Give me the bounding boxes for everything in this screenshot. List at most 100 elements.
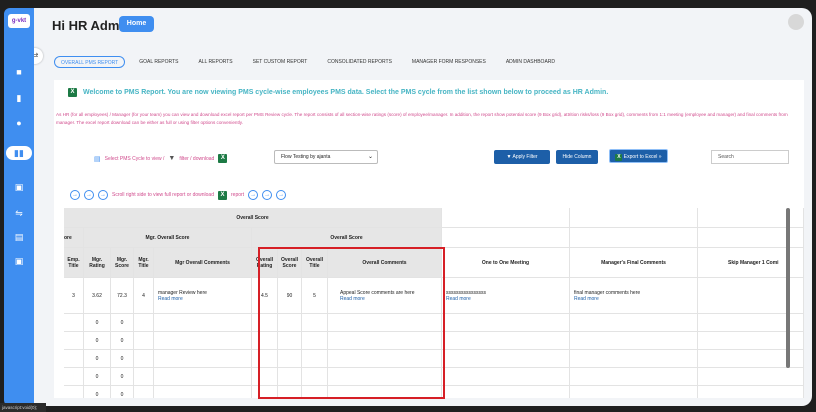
- read-more-link[interactable]: Read more: [574, 296, 599, 302]
- header-spacer: [570, 208, 698, 228]
- cell-mgr-score: 0: [111, 386, 134, 398]
- table-cell: [252, 332, 278, 350]
- arrow-right-icon[interactable]: →: [262, 190, 273, 200]
- table-cell: [134, 314, 154, 332]
- read-more-link[interactable]: Read more: [340, 296, 365, 302]
- arrow-right-icon[interactable]: →: [70, 190, 80, 200]
- overall-score-sub-header: Overall Score: [252, 228, 442, 248]
- calendar-icon: ▤: [94, 155, 101, 163]
- col-overall-rating[interactable]: Overall Rating: [252, 248, 278, 278]
- tab-admin-dashboard[interactable]: ADMIN DASHBOARD: [500, 56, 561, 68]
- vertical-scrollbar[interactable]: [786, 208, 790, 368]
- col-overall-comments[interactable]: Overall Comments: [328, 248, 442, 278]
- table-cell: [154, 332, 252, 350]
- team-icon[interactable]: ●: [12, 116, 26, 130]
- select-cycle-text: Select PMS Cycle to view /: [104, 155, 165, 162]
- reports-icon[interactable]: ▮: [12, 91, 26, 105]
- report-panel: X Welcome to PMS Report. You are now vie…: [54, 80, 804, 398]
- read-more-link[interactable]: Read more: [446, 296, 471, 302]
- apply-filter-button[interactable]: ▼ Apply Filter: [494, 150, 550, 164]
- sidebar: g-vkt ■ ▮ ● ▮▮ ▣ ⇋ ▤ ▣: [4, 8, 34, 406]
- settings-icon[interactable]: ▣: [12, 254, 26, 268]
- avatar[interactable]: [788, 14, 804, 30]
- table-cell: [570, 386, 698, 398]
- tab-overall-pms-report[interactable]: OVERALL PMS REPORT: [54, 56, 126, 68]
- cell-mgr-score: 0: [111, 368, 134, 386]
- forms-icon[interactable]: ▤: [12, 230, 26, 244]
- col-emp-title[interactable]: Emp. Title: [64, 248, 84, 278]
- table-cell: [328, 368, 442, 386]
- table-cell: [64, 368, 84, 386]
- header-spacer: [570, 228, 698, 248]
- cell-mgr-rating: 0: [84, 386, 111, 398]
- scroll-hint: → → → Scroll right side to view full rep…: [70, 190, 287, 200]
- home-button[interactable]: Home: [119, 16, 154, 32]
- cell-mgr-comments: manager Review here Read more: [154, 278, 252, 314]
- table-cell: [442, 332, 570, 350]
- arrow-right-icon[interactable]: →: [84, 190, 94, 200]
- search-input[interactable]: Search: [711, 150, 789, 164]
- tab-goal-reports[interactable]: GOAL REPORTS: [133, 56, 184, 68]
- toggle-icon[interactable]: ⇄: [34, 48, 43, 64]
- header-spacer: [442, 208, 570, 228]
- table-cell: [154, 386, 252, 398]
- scroll-hint-text: Scroll right side to view full report or…: [112, 192, 214, 198]
- excel-icon: X: [615, 154, 623, 161]
- table-cell: [442, 314, 570, 332]
- col-mgr-comments[interactable]: Mgr Overall Comments: [154, 248, 252, 278]
- table-cell: [154, 314, 252, 332]
- filter-icon: ▼: [168, 155, 176, 162]
- table-cell: [134, 386, 154, 398]
- col-manager-final[interactable]: Manager's Final Comments: [570, 248, 698, 278]
- dashboard-icon[interactable]: ■: [12, 65, 26, 79]
- col-overall-title[interactable]: Overall Title: [302, 248, 328, 278]
- apply-filter-label: Apply Filter: [512, 154, 538, 160]
- table-cell: [252, 350, 278, 368]
- pms-cycle-value: Flow Testing by ajanta: [281, 154, 331, 160]
- arrow-right-icon[interactable]: →: [98, 190, 108, 200]
- read-more-link[interactable]: Read more: [158, 296, 183, 302]
- pms-icon[interactable]: ▮▮: [6, 146, 32, 160]
- arrow-right-icon[interactable]: →: [276, 190, 287, 200]
- export-excel-button[interactable]: X Export to Excel »: [609, 149, 668, 163]
- table-cell: [698, 386, 804, 398]
- tab-set-custom-report[interactable]: SET CUSTOM REPORT: [247, 56, 314, 68]
- cell-mgr-rating: 3.62: [84, 278, 111, 314]
- tab-manager-form-responses[interactable]: MANAGER FORM RESPONSES: [406, 56, 492, 68]
- table-cell: [64, 350, 84, 368]
- table-cell: [302, 368, 328, 386]
- cell-mgr-score: 0: [111, 350, 134, 368]
- table-cell: [278, 314, 302, 332]
- table-cell: [302, 332, 328, 350]
- table-cell: [64, 314, 84, 332]
- col-mgr-score[interactable]: Mgr. Score: [111, 248, 134, 278]
- col-one-to-one[interactable]: One to One Meeting: [442, 248, 570, 278]
- calendar-icon[interactable]: ▣: [12, 180, 26, 194]
- table-cell: [134, 350, 154, 368]
- table-cell: [278, 332, 302, 350]
- tab-consolidated-reports[interactable]: CONSOLIDATED REPORTS: [321, 56, 398, 68]
- col-overall-score[interactable]: Overall Score: [278, 248, 302, 278]
- table-cell: [328, 386, 442, 398]
- table-cell: [134, 368, 154, 386]
- export-excel-label: Export to Excel »: [623, 154, 662, 160]
- pms-cycle-select[interactable]: Flow Testing by ajanta ⌄: [274, 150, 378, 164]
- col-mgr-title[interactable]: Mgr. Title: [134, 248, 154, 278]
- cell-overall-rating: 4.5: [252, 278, 278, 314]
- excel-icon: X: [68, 88, 77, 97]
- table-cell: [278, 386, 302, 398]
- table-cell: [64, 332, 84, 350]
- table-cell: [252, 368, 278, 386]
- col-mgr-rating[interactable]: Mgr. Rating: [84, 248, 111, 278]
- hide-column-button[interactable]: Hide Column: [556, 150, 598, 164]
- chevron-down-icon: ⌄: [367, 154, 373, 160]
- tab-all-reports[interactable]: ALL REPORTS: [192, 56, 238, 68]
- arrow-right-icon[interactable]: →: [248, 190, 259, 200]
- main-content: ⇄ Hi HR Admin Home OVERALL PMS REPORT GO…: [34, 8, 812, 406]
- table-cell: [154, 350, 252, 368]
- table-cell: [154, 368, 252, 386]
- goals-icon[interactable]: ⇋: [12, 206, 26, 220]
- excel-icon: X: [218, 154, 228, 163]
- filter-icon: ▼: [506, 154, 512, 160]
- cell-mgr-rating: 0: [84, 314, 111, 332]
